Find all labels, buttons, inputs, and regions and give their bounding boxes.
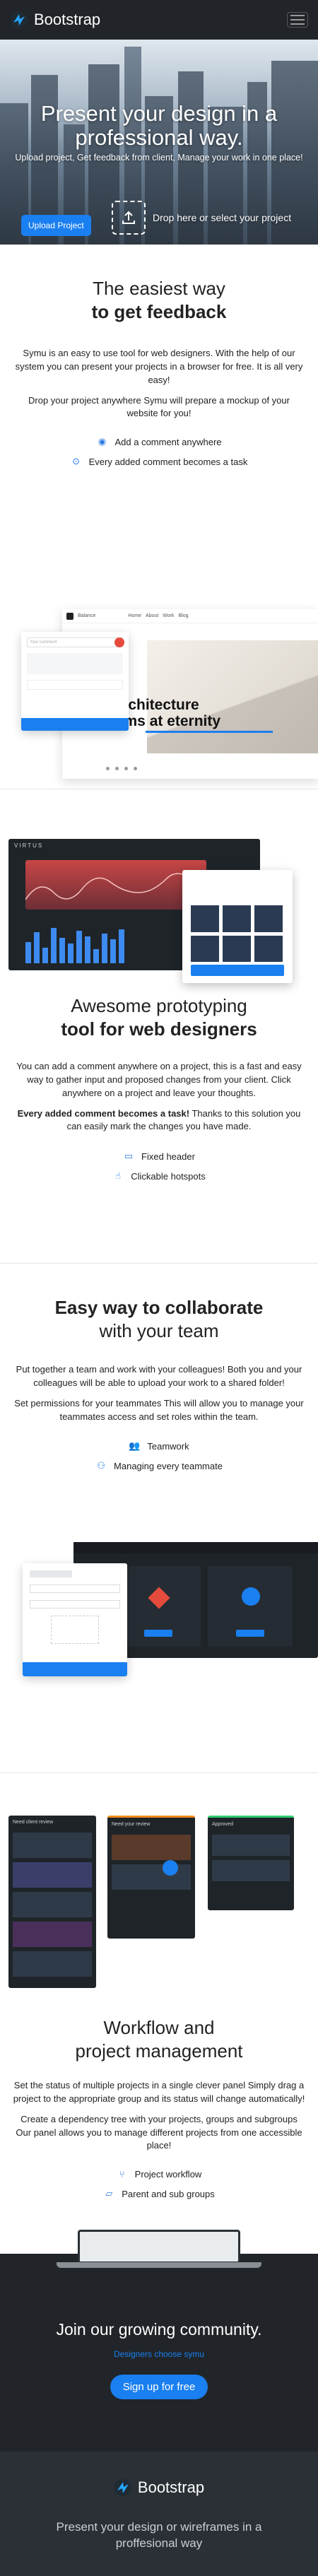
collab-paragraph-1: Put together a team and work with your c…	[16, 1364, 302, 1388]
share-popup	[182, 870, 293, 983]
feature-add-comment: ◉ Add a comment anywhere	[0, 432, 318, 452]
column-title: Need your review	[112, 1821, 151, 1827]
workflow-column-yours: Need your review	[107, 1816, 195, 1939]
feature-label: Fixed header	[141, 1151, 195, 1162]
branch-icon: ⑂	[119, 2168, 125, 2180]
folder-icon: ▱	[105, 2188, 113, 2199]
footer: Bootstrap Present your design or wirefra…	[0, 2452, 318, 2576]
upload-project-button[interactable]: Upload Project	[21, 215, 91, 236]
hero: Present your design in a professional wa…	[0, 40, 318, 245]
feedback-heading: The easiest way to get feedback	[0, 277, 318, 323]
workflow-paragraph-1: Set the status of multiple projects in a…	[13, 2080, 305, 2104]
feedback-section: The easiest way to get feedback Symu is …	[0, 245, 318, 789]
drop-zone[interactable]: Drop here or select your project	[112, 201, 291, 235]
feature-project-workflow: ⑂ Project workflow	[0, 2164, 318, 2184]
feature-fixed-header: ▭ Fixed header	[0, 1146, 318, 1166]
comment-target-icon: ◉	[98, 436, 107, 447]
brand-logo[interactable]: Bootstrap	[10, 11, 100, 29]
feature-teamwork: 👥 Teamwork	[0, 1436, 318, 1456]
feature-label: Managing every teammate	[114, 1460, 223, 1471]
feedback-paragraph-1: Symu is an easy to use tool for web desi…	[15, 348, 303, 385]
laptop-illustration	[57, 2230, 261, 2269]
prototyping-paragraph-1: You can add a comment anywhere on a proj…	[16, 1061, 302, 1098]
feature-label: Project workflow	[134, 2168, 202, 2180]
footer-tagline: Present your design or wireframes in a p…	[56, 2520, 262, 2550]
feature-label: Clickable hotspots	[131, 1170, 206, 1182]
workflow-heading-top: Workflow and	[103, 2017, 215, 2038]
footer-brand-name: Bootstrap	[137, 2478, 205, 2496]
join-title: Join our growing community.	[56, 2320, 262, 2339]
feature-label: Add a comment anywhere	[114, 436, 222, 447]
column-title: Need client review	[13, 1819, 54, 1825]
user-add-icon: ⚇	[97, 1460, 105, 1471]
menu-toggle-icon[interactable]	[287, 12, 308, 28]
collab-section: Easy way to collaborate with your team P…	[0, 1264, 318, 1772]
check-circle-icon: ⊙	[72, 456, 81, 467]
collab-heading: Easy way to collaborate with your team	[0, 1296, 318, 1342]
signup-button[interactable]: Sign up for free	[110, 2375, 208, 2399]
bootstrap-logo-icon	[11, 11, 28, 28]
collab-paragraph-2: Set permissions for your teammates This …	[14, 1397, 304, 1422]
navbar: Bootstrap	[0, 0, 318, 40]
feedback-heading-top: The easiest way	[93, 278, 225, 299]
drop-label: Drop here or select your project	[153, 212, 292, 223]
collab-heading-bold: Easy way to collaborate	[54, 1297, 264, 1318]
feature-managing: ⚇ Managing every teammate	[0, 1456, 318, 1476]
hero-title: Present your design in a professional wa…	[40, 101, 278, 151]
collab-heading-rest: with your team	[99, 1319, 219, 1341]
feature-clickable-hotspots: ☝ Clickable hotspots	[0, 1166, 318, 1186]
invite-popup	[23, 1563, 127, 1676]
column-title: Approved	[212, 1821, 233, 1827]
prototyping-heading-bold: tool for web designers	[61, 1018, 257, 1040]
bootstrap-logo-icon	[114, 2479, 131, 2496]
workflow-section: Need client review Need your review Appr…	[0, 1773, 318, 2254]
prototyping-section: VIRTUS Awesome prototyping tool for web …	[0, 789, 318, 1263]
join-section: Join our growing community. Designers ch…	[0, 2230, 318, 2452]
team-icon: 👥	[129, 1440, 141, 1452]
feature-label: Teamwork	[147, 1440, 189, 1452]
prototyping-heading-top: Awesome prototyping	[71, 995, 247, 1016]
comment-popup: Your comment	[21, 632, 129, 731]
workflow-heading: Workflow and project management	[0, 2016, 318, 2062]
header-layout-icon: ▭	[124, 1151, 134, 1162]
dashboard-logo: VIRTUS	[14, 842, 44, 849]
feature-comment-task: ⊙ Every added comment becomes a task	[0, 452, 318, 471]
brand-name: Bootstrap	[34, 11, 101, 28]
footer-brand[interactable]: Bootstrap	[0, 2478, 318, 2497]
workflow-column-review: Need client review	[8, 1816, 96, 1988]
drop-upload-icon	[112, 201, 146, 235]
feedback-heading-bold: to get feedback	[91, 300, 227, 322]
feature-label: Parent and sub groups	[122, 2188, 215, 2199]
prototyping-paragraph-2-bold: Every added comment becomes a task!	[17, 1107, 190, 1119]
workflow-heading-bottom: project management	[75, 2040, 243, 2062]
hero-subtitle: Upload project, Get feedback from client…	[15, 153, 303, 163]
join-subtitle: Designers choose symu	[113, 2349, 205, 2359]
feedback-paragraph-2: Drop your project anywhere Symu will pre…	[28, 394, 290, 419]
feature-groups: ▱ Parent and sub groups	[0, 2184, 318, 2204]
prototyping-paragraph-2: Every added comment becomes a task! Than…	[0, 1107, 318, 1134]
workflow-paragraph-2: Create a dependency tree with your proje…	[16, 2113, 302, 2151]
workflow-column-approved: Approved	[208, 1816, 294, 1910]
feature-label: Every added comment becomes a task	[88, 456, 248, 467]
pointer-hand-icon: ☝	[115, 1170, 122, 1182]
prototyping-heading: Awesome prototyping tool for web designe…	[0, 994, 318, 1040]
